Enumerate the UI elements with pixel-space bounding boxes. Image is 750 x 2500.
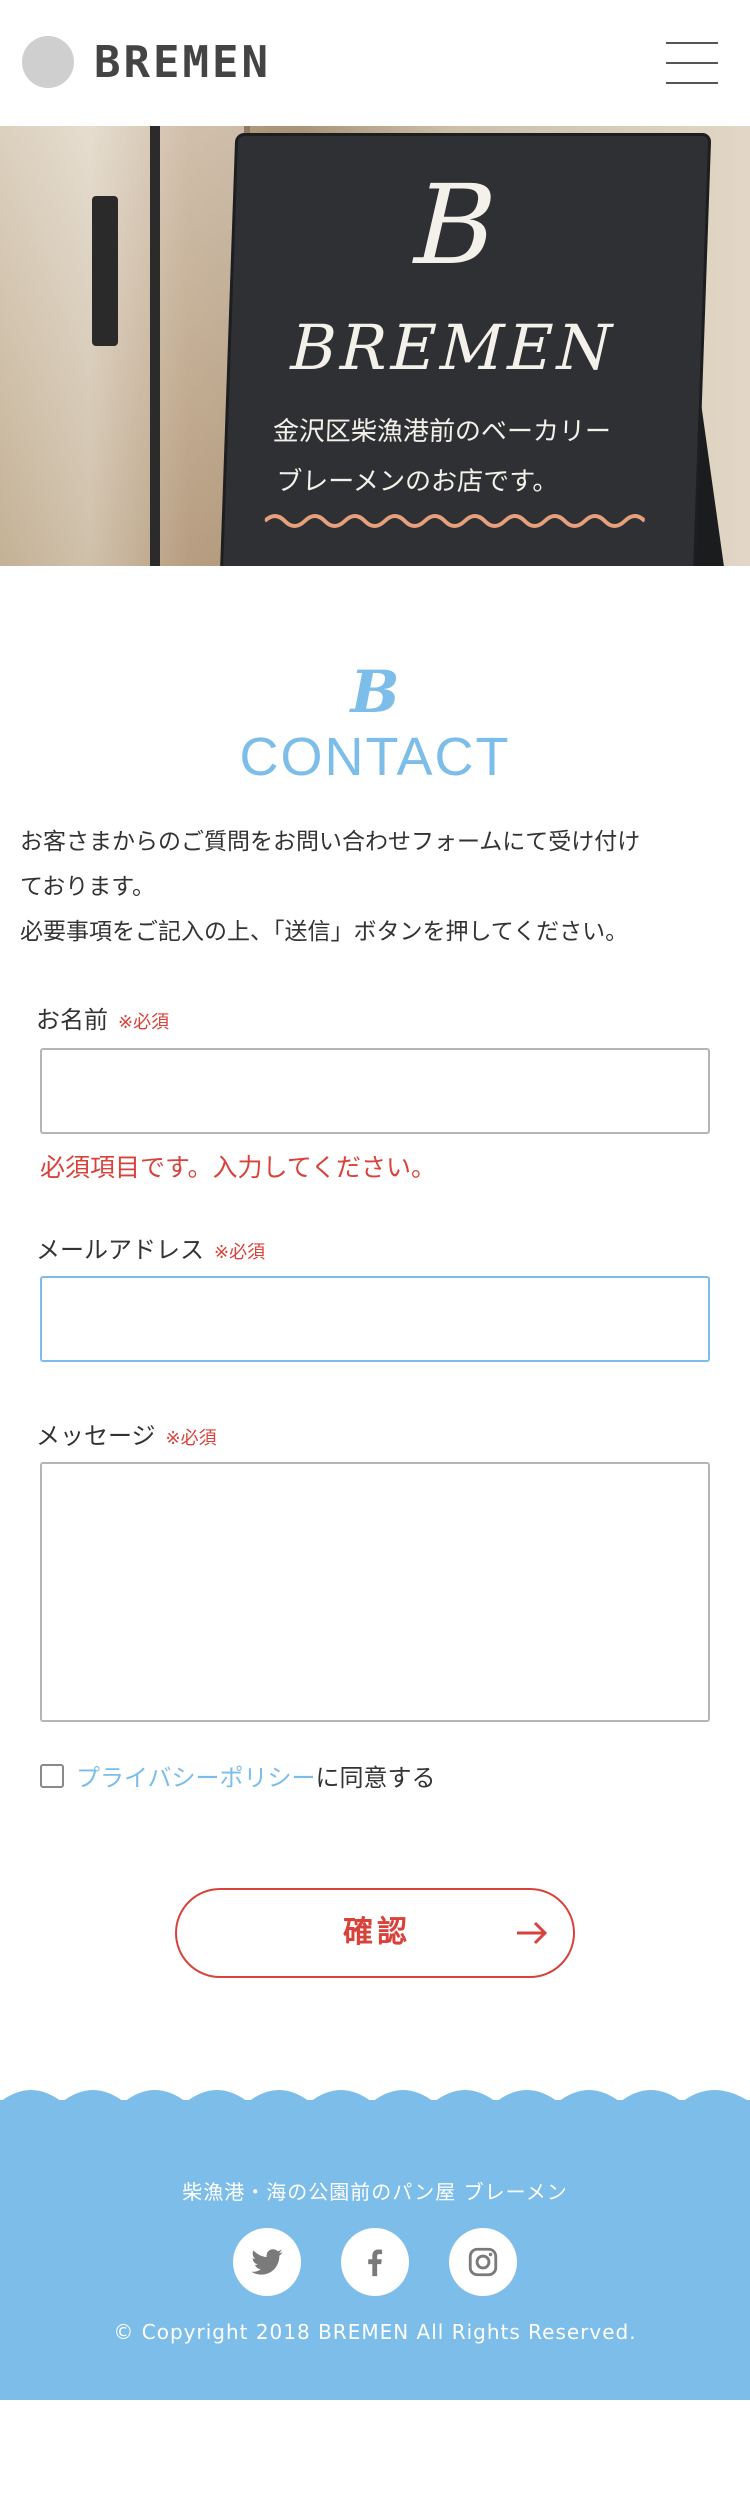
agree-checkbox[interactable] xyxy=(40,1763,64,1788)
email-field[interactable] xyxy=(40,1276,710,1362)
site-header: BREMEN xyxy=(0,0,750,126)
intro-line: ております。 xyxy=(20,874,156,900)
arrow-right-icon xyxy=(517,1921,548,1945)
shop-door xyxy=(0,126,250,566)
intro-line: お客さまからのご質問をお問い合わせフォームにて受け付け xyxy=(20,829,641,855)
contact-intro: お客さまからのご質問をお問い合わせフォームにて受け付け ております。 必要事項を… xyxy=(20,820,730,955)
sign-logo-mark: B xyxy=(412,161,499,289)
agree-text: に同意する xyxy=(315,1764,436,1792)
logo-circle-icon xyxy=(22,36,74,88)
page-title: CONTACT xyxy=(239,727,511,787)
brand-name: BREMEN xyxy=(94,36,271,88)
twitter-icon[interactable] xyxy=(233,2228,301,2296)
facebook-f-shape xyxy=(368,2249,383,2277)
site-logo[interactable]: BREMEN xyxy=(22,36,271,88)
required-mark: ※必須 xyxy=(165,1428,217,1449)
twitter-bird-shape xyxy=(251,2249,283,2275)
menu-line xyxy=(666,62,718,64)
instagram-camera-shape xyxy=(468,2247,498,2277)
required-mark: ※必須 xyxy=(118,1012,170,1033)
sign-wave-decoration xyxy=(264,514,646,528)
intro-line: 必要事項をご記入の上、「送信」ボタンを押してください。 xyxy=(20,919,629,945)
privacy-agreement: プライバシーポリシー に同意する xyxy=(40,1758,436,1793)
email-label-text: メールアドレス xyxy=(36,1236,204,1264)
chalkboard-sign: B BREMEN 金沢区柴漁港前のベーカリー ブレーメンのお店です。 xyxy=(221,136,709,566)
door-handle xyxy=(92,196,118,346)
menu-line xyxy=(666,42,718,44)
door-frame xyxy=(150,126,160,566)
contact-logo-mark: B xyxy=(350,658,400,726)
sign-brand-name: BREMEN xyxy=(289,311,617,384)
message-label-text: メッセージ xyxy=(36,1422,156,1450)
sign-text-line-1: 金沢区柴漁港前のベーカリー xyxy=(272,417,612,447)
hero-image: B BREMEN 金沢区柴漁港前のベーカリー ブレーメンのお店です。 xyxy=(0,126,750,566)
message-label: メッセージ ※必須 xyxy=(36,1416,217,1451)
footer-shop-name: 柴漁港・海の公園前のパン屋 ブレーメン xyxy=(182,2180,568,2204)
name-label: お名前 ※必須 xyxy=(36,1000,169,1035)
facebook-icon[interactable] xyxy=(341,2228,409,2296)
name-error-message: 必須項目です。入力してください。 xyxy=(40,1153,437,1182)
hamburger-menu-icon[interactable] xyxy=(666,40,718,86)
instagram-icon[interactable] xyxy=(449,2228,517,2296)
required-mark: ※必須 xyxy=(214,1242,266,1263)
sign-text-line-2: ブレーメンのお店です。 xyxy=(275,467,560,497)
name-label-text: お名前 xyxy=(36,1006,108,1034)
privacy-policy-link[interactable]: プライバシーポリシー xyxy=(76,1758,316,1793)
message-field[interactable] xyxy=(40,1462,710,1722)
name-field[interactable] xyxy=(40,1048,710,1134)
menu-line xyxy=(666,82,718,84)
confirm-button[interactable]: 確認 xyxy=(175,1888,575,1978)
email-label: メールアドレス ※必須 xyxy=(36,1230,265,1265)
copyright-text: © Copyright 2018 BREMEN All Rights Reser… xyxy=(113,2320,637,2344)
